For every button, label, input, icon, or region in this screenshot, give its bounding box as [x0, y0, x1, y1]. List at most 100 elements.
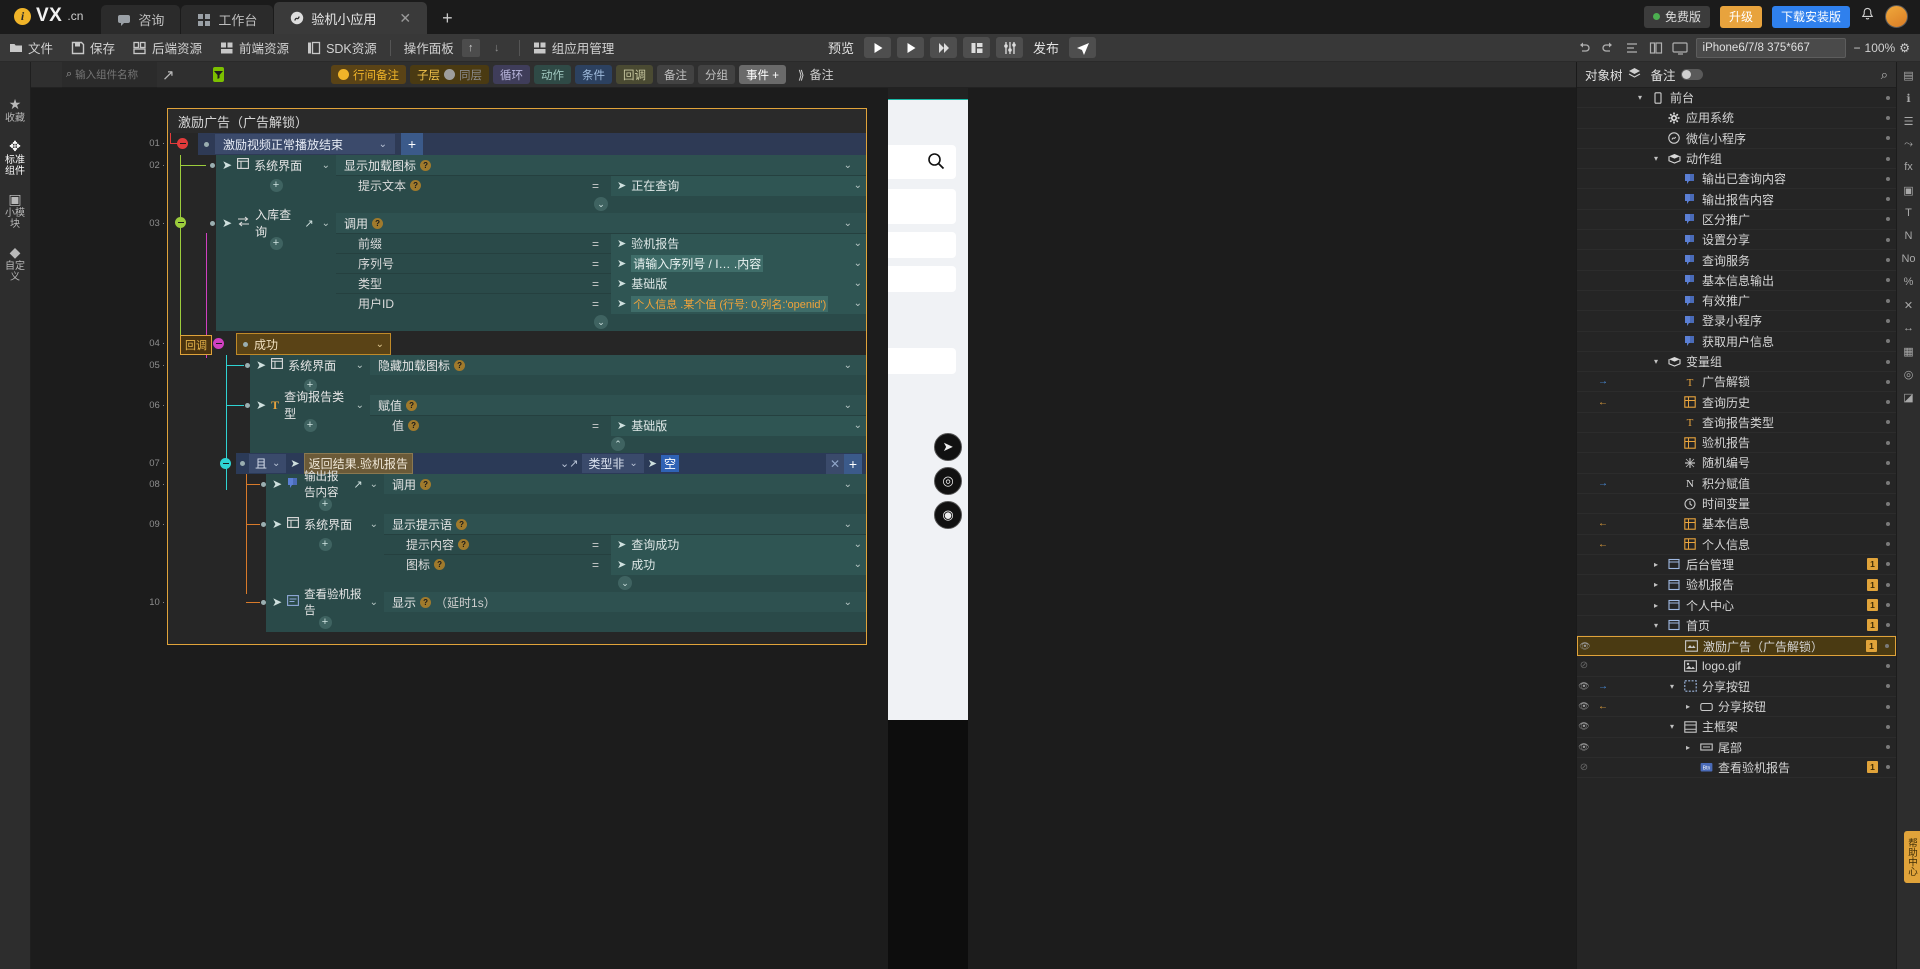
help-icon[interactable]: ? [420, 597, 431, 608]
preview-label[interactable]: 预览 [824, 38, 858, 57]
layers-icon[interactable]: ▤ [1901, 68, 1917, 82]
tag-callback[interactable]: 回调 [616, 65, 653, 84]
preview-search-field[interactable] [888, 145, 956, 179]
menu-sdk[interactable]: SDK资源 [298, 34, 386, 62]
tag-group[interactable]: 分组 [698, 65, 735, 84]
tree-item[interactable]: 登录小程序 [1577, 311, 1896, 331]
tree-item[interactable]: 👁▸尾部 [1577, 738, 1896, 758]
flow-canvas[interactable]: 激励广告（广告解锁） 01 [31, 88, 1576, 969]
tree-item[interactable]: 时间变量 [1577, 494, 1896, 514]
condition-compare[interactable]: 类型非 ⌄ [582, 454, 643, 473]
node-header[interactable]: ➤ 查看验机报告 ⌄ [266, 592, 384, 612]
tree-expander-icon[interactable]: ▸ [1650, 580, 1662, 589]
tree-item[interactable]: T查询报告类型 [1577, 413, 1896, 433]
tree-row-dot-icon[interactable] [1886, 684, 1890, 688]
tag-condition[interactable]: 条件 [575, 65, 612, 84]
node-header[interactable]: ➤ 系统界面 ⌄ [216, 155, 336, 175]
help-center-button[interactable]: 帮助中心 [1904, 831, 1920, 883]
param-value[interactable]: ➤查询成功⌄ [611, 535, 866, 555]
help-icon[interactable]: ? [406, 400, 417, 411]
condition-right-operand[interactable]: 空 [661, 455, 679, 472]
tree-row-dot-icon[interactable] [1886, 116, 1890, 120]
panel-up-button[interactable]: ↑ [462, 39, 480, 57]
tree-item[interactable]: ▾动作组 [1577, 149, 1896, 169]
node-view-report[interactable]: ➤ 查看验机报告 ⌄ + [266, 592, 384, 632]
tag-layer-toggle[interactable]: 子层 同层 [410, 65, 489, 84]
monitor-icon[interactable] [1672, 41, 1688, 55]
tree-row-dot-icon[interactable] [1886, 603, 1890, 607]
callback-dot-icon[interactable] [213, 338, 224, 349]
tab-consult[interactable]: 咨询 [101, 5, 180, 34]
eye-icon[interactable]: 👁 [1577, 681, 1591, 692]
node-add-button[interactable]: + [266, 534, 384, 554]
menu-file[interactable]: 文件 [0, 34, 62, 62]
param-value[interactable]: ➤个人信息 .某个值 (行号: 0,列名:'openid')⌄ [611, 294, 866, 314]
tree-item[interactable]: ⊘logo.gif [1577, 656, 1896, 676]
param-value[interactable]: ➤基础版⌄ [611, 416, 866, 436]
x-icon[interactable]: ✕ [1901, 298, 1917, 312]
eye-icon[interactable]: 👁 [1577, 742, 1591, 753]
help-icon[interactable]: ? [408, 420, 419, 431]
tree-item[interactable]: ←个人信息 [1577, 535, 1896, 555]
tree-row-dot-icon[interactable] [1886, 441, 1890, 445]
add-event-button[interactable]: + [401, 133, 423, 155]
tree-item[interactable]: 应用系统 [1577, 108, 1896, 128]
tree-row-dot-icon[interactable] [1886, 157, 1890, 161]
tree-row-dot-icon[interactable] [1886, 765, 1890, 769]
node-header[interactable]: ➤ 入库查询 ↗ ⌄ [216, 213, 336, 233]
tree-expander-icon[interactable]: ▾ [1666, 682, 1678, 691]
object-tree[interactable]: ▾前台应用系统微信小程序▾动作组输出已查询内容输出报告内容区分推广设置分享查询服… [1577, 88, 1896, 969]
tree-item-selected[interactable]: 👁激励广告（广告解锁）1 [1577, 636, 1896, 656]
tag-loop[interactable]: 循环 [493, 65, 530, 84]
download-button[interactable]: 下载安装版 [1772, 6, 1850, 28]
chevron-down-icon[interactable]: ⌄ [854, 278, 862, 289]
menu-backend[interactable]: 后端资源 [124, 34, 211, 62]
tree-row-dot-icon[interactable] [1886, 542, 1890, 546]
tree-row-dot-icon[interactable] [1886, 705, 1890, 709]
tree-row-dot-icon[interactable] [1886, 197, 1890, 201]
settings-sliders-icon[interactable] [996, 37, 1023, 58]
callback-selector[interactable]: 成功 ⌄ [236, 333, 391, 355]
tree-item[interactable]: 查询服务 [1577, 250, 1896, 270]
help-icon[interactable]: ? [372, 218, 383, 229]
tree-row-dot-icon[interactable] [1886, 420, 1890, 424]
chevron-down-icon[interactable]: ⌄ [854, 298, 862, 309]
tree-item[interactable]: 微信小程序 [1577, 129, 1896, 149]
tree-expander-icon[interactable]: ▸ [1682, 743, 1694, 752]
tree-item[interactable]: ▸验机报告1 [1577, 575, 1896, 595]
chevron-down-icon[interactable]: ⌄ [854, 539, 862, 550]
help-icon[interactable]: ? [454, 360, 465, 371]
chevron-down-icon[interactable]: ⌄ [854, 420, 862, 431]
condition-add-button[interactable]: + [844, 454, 862, 474]
chevron-down-icon[interactable]: ⌄ [356, 360, 364, 371]
param-row[interactable]: 前缀 = ➤验机报告⌄ [336, 233, 866, 253]
chevron-down-icon[interactable]: ⌄ [356, 400, 364, 411]
chevron-down-icon[interactable]: ⌄ [844, 218, 858, 229]
param-value[interactable]: ➤ 正在查询 ⌄ [611, 176, 866, 196]
tree-row-dot-icon[interactable] [1886, 725, 1890, 729]
device-selector[interactable]: iPhone6/7/8 375*667 [1696, 38, 1846, 58]
arrows-icon[interactable]: ↔ [1901, 321, 1917, 335]
tree-row-dot-icon[interactable] [1886, 319, 1890, 323]
layout-icon[interactable] [963, 37, 990, 58]
tree-item[interactable]: 👁←▸分享按钮 [1577, 697, 1896, 717]
tree-row-dot-icon[interactable] [1886, 278, 1890, 282]
tree-row-dot-icon[interactable] [1886, 96, 1890, 100]
node-output-report[interactable]: ➤ 输出报告内容 ↗ ⌄ + [266, 474, 384, 514]
target-icon[interactable]: ◎ [934, 467, 962, 495]
chart-icon[interactable]: ◪ [1901, 390, 1917, 404]
bell-icon[interactable] [1860, 7, 1875, 26]
tree-row-dot-icon[interactable] [1886, 461, 1890, 465]
node-header[interactable]: ➤ 系统界面 ⌄ [266, 514, 384, 534]
eye-icon[interactable]: 👁 [1577, 721, 1591, 732]
zoom-settings-icon[interactable]: ⚙ [1899, 41, 1910, 55]
param-value[interactable]: ➤请输入序列号 / I… .内容⌄ [611, 254, 866, 274]
tree-row-dot-icon[interactable] [1886, 583, 1890, 587]
tree-expander-icon[interactable]: ▾ [1666, 722, 1678, 731]
chevron-down-icon[interactable]: ⌄ [370, 479, 378, 490]
help-icon[interactable]: ? [420, 479, 431, 490]
compass-icon[interactable]: ➤ [934, 433, 962, 461]
tree-item[interactable]: 👁→▾分享按钮 [1577, 677, 1896, 697]
notes-toggle-switch[interactable] [1681, 69, 1703, 80]
new-tab-button[interactable]: + [428, 8, 467, 34]
